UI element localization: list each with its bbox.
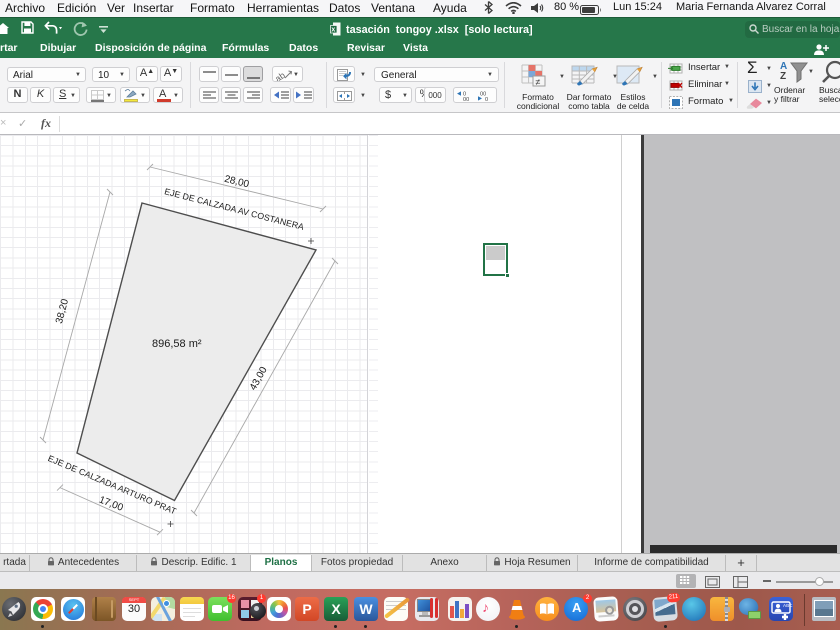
svg-text:ab: ab [276, 70, 287, 81]
svg-text:43,00: 43,00 [248, 365, 270, 393]
svg-text:17,00: 17,00 [97, 495, 125, 514]
svg-text:38,20: 38,20 [54, 297, 71, 324]
svg-text:896,58 m²: 896,58 m² [152, 338, 202, 350]
svg-text:00: 00 [463, 97, 469, 101]
svg-text:≠: ≠ [536, 77, 541, 87]
svg-text:0: 0 [485, 97, 488, 101]
svg-text:ABC: ABC [783, 603, 793, 608]
svg-text:x: x [331, 26, 335, 33]
